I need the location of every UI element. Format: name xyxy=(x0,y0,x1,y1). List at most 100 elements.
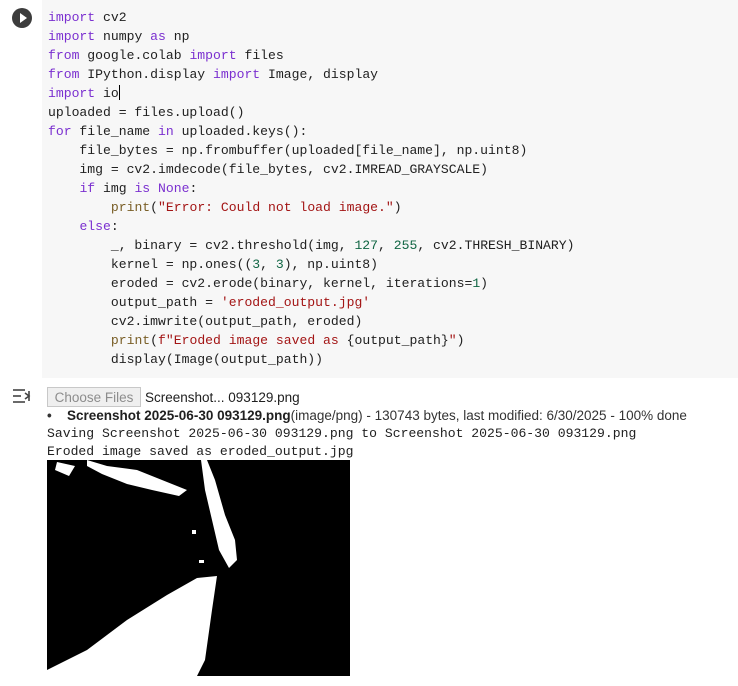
code-token: : xyxy=(110,219,119,234)
code-line[interactable]: uploaded = files.upload() xyxy=(48,103,574,122)
code-token: 1 xyxy=(472,276,481,291)
code-token: numpy xyxy=(95,29,151,44)
code-token: , xyxy=(378,238,394,253)
eroded-saved-message: Eroded image saved as eroded_output.jpg xyxy=(47,444,354,459)
uploaded-file-entry: • Screenshot 2025-06-30 093129.png(image/… xyxy=(47,408,687,423)
cell-gutter xyxy=(0,0,42,378)
code-line[interactable]: _, binary = cv2.threshold(img, 127, 255,… xyxy=(48,236,575,255)
code-token: file_bytes = np.frombuffer(uploaded[file… xyxy=(48,143,528,158)
chosen-file-label: Screenshot... 093129.png xyxy=(145,389,300,405)
code-line[interactable]: kernel = np.ones((3, 3), np.uint8) xyxy=(48,255,574,274)
code-line[interactable]: import cv2 xyxy=(48,8,574,27)
run-cell-button[interactable] xyxy=(12,8,32,28)
code-line[interactable]: output_path = 'eroded_output.jpg' xyxy=(48,293,574,312)
code-token: uploaded = files.upload() xyxy=(48,105,245,120)
code-token: files xyxy=(236,48,284,63)
eroded-output-image xyxy=(47,460,350,676)
code-line[interactable]: from google.colab import files xyxy=(48,46,574,65)
code-token: ( xyxy=(150,333,159,348)
cell-output: Choose Files Screenshot... 093129.png • S… xyxy=(47,386,738,686)
code-line[interactable]: import io xyxy=(48,84,574,103)
code-token: 'eroded_output.jpg' xyxy=(220,295,371,310)
uploaded-file-details: (image/png) - 130743 bytes, last modifie… xyxy=(290,408,687,423)
code-line[interactable]: display(Image(output_path)) xyxy=(48,350,574,369)
code-token: output_path = xyxy=(48,295,221,310)
code-token: "Error: Could not load image." xyxy=(158,200,394,215)
code-editor[interactable]: import cv2 import numpy as np from google.… xyxy=(42,0,738,378)
code-line[interactable]: if img is None: xyxy=(48,179,574,198)
code-token: 3 xyxy=(252,257,261,272)
code-token: , cv2.THRESH_BINARY) xyxy=(417,238,575,253)
code-token: img xyxy=(95,181,135,196)
code-token: print xyxy=(110,200,151,215)
code-token: for xyxy=(48,124,72,139)
code-token: 3 xyxy=(275,257,284,272)
code-token: ) xyxy=(456,333,465,348)
code-line[interactable]: else: xyxy=(48,217,574,236)
code-token: if xyxy=(79,181,96,196)
code-token: Image, display xyxy=(260,67,379,82)
uploaded-file-name: Screenshot 2025-06-30 093129.png xyxy=(67,408,291,423)
code-token: import xyxy=(189,48,237,63)
code-line[interactable]: print(f"Eroded image saved as {output_pa… xyxy=(48,331,574,350)
code-token: " xyxy=(448,333,457,348)
eroded-image-graphic xyxy=(47,460,350,676)
code-line[interactable]: eroded = cv2.erode(binary, kernel, itera… xyxy=(48,274,574,293)
choose-files-button[interactable]: Choose Files xyxy=(47,387,141,407)
code-line[interactable]: for file_name in uploaded.keys(): xyxy=(48,122,574,141)
code-token: import xyxy=(48,10,96,25)
saving-message: Saving Screenshot 2025-06-30 093129.png … xyxy=(47,426,637,441)
code-line[interactable]: import numpy as np xyxy=(48,27,574,46)
code-text[interactable]: import cv2 import numpy as np from google.… xyxy=(48,8,574,369)
code-token: ( xyxy=(150,200,159,215)
code-token: 127 xyxy=(354,238,379,253)
code-token: uploaded.keys(): xyxy=(173,124,308,139)
code-token: in xyxy=(158,124,174,139)
output-gutter xyxy=(0,378,42,686)
code-token: eroded = cv2.erode(binary, kernel, itera… xyxy=(48,276,473,291)
code-token: from xyxy=(48,67,80,82)
code-token: , xyxy=(260,257,276,272)
code-token: is xyxy=(134,181,151,196)
code-token: 255 xyxy=(393,238,418,253)
code-line[interactable]: cv2.imwrite(output_path, eroded) xyxy=(48,312,574,331)
code-token: None xyxy=(158,181,190,196)
code-token: img = cv2.imdecode(file_bytes, cv2.IMREA… xyxy=(48,162,489,177)
code-line[interactable]: img = cv2.imdecode(file_bytes, cv2.IMREA… xyxy=(48,160,574,179)
code-token: import xyxy=(48,29,96,44)
code-line[interactable]: from IPython.display import Image, displ… xyxy=(48,65,574,84)
list-bullet: • xyxy=(47,408,52,423)
code-token: kernel = np.ones(( xyxy=(48,257,253,272)
code-token: cv2.imwrite(output_path, eroded) xyxy=(48,314,363,329)
code-line[interactable]: print("Error: Could not load image.") xyxy=(48,198,574,217)
code-token: cv2 xyxy=(95,10,127,25)
text-cursor xyxy=(118,85,120,100)
code-token: _, binary = cv2.threshold(img, xyxy=(48,238,355,253)
code-token: ), np.uint8) xyxy=(283,257,379,272)
code-token: display(Image(output_path)) xyxy=(48,352,324,367)
code-token: google.colab xyxy=(79,48,190,63)
code-token: print xyxy=(110,333,151,348)
file-upload-widget: Choose Files Screenshot... 093129.png xyxy=(47,386,300,408)
code-token: import xyxy=(213,67,261,82)
code-token: f"Eroded image saved as xyxy=(158,333,347,348)
code-token: import xyxy=(48,86,96,101)
code-token: io xyxy=(95,86,119,101)
code-token: np xyxy=(165,29,190,44)
code-token: else xyxy=(79,219,111,234)
code-token: file_name xyxy=(71,124,159,139)
code-token: as xyxy=(150,29,166,44)
code-line[interactable]: file_bytes = np.frombuffer(uploaded[file… xyxy=(48,141,574,160)
code-token: {output_path} xyxy=(346,333,449,348)
code-token: : xyxy=(189,181,198,196)
code-token: IPython.display xyxy=(79,67,214,82)
code-token: ) xyxy=(393,200,402,215)
code-token: ) xyxy=(480,276,489,291)
code-token: from xyxy=(48,48,80,63)
output-menu-icon[interactable] xyxy=(12,387,34,405)
